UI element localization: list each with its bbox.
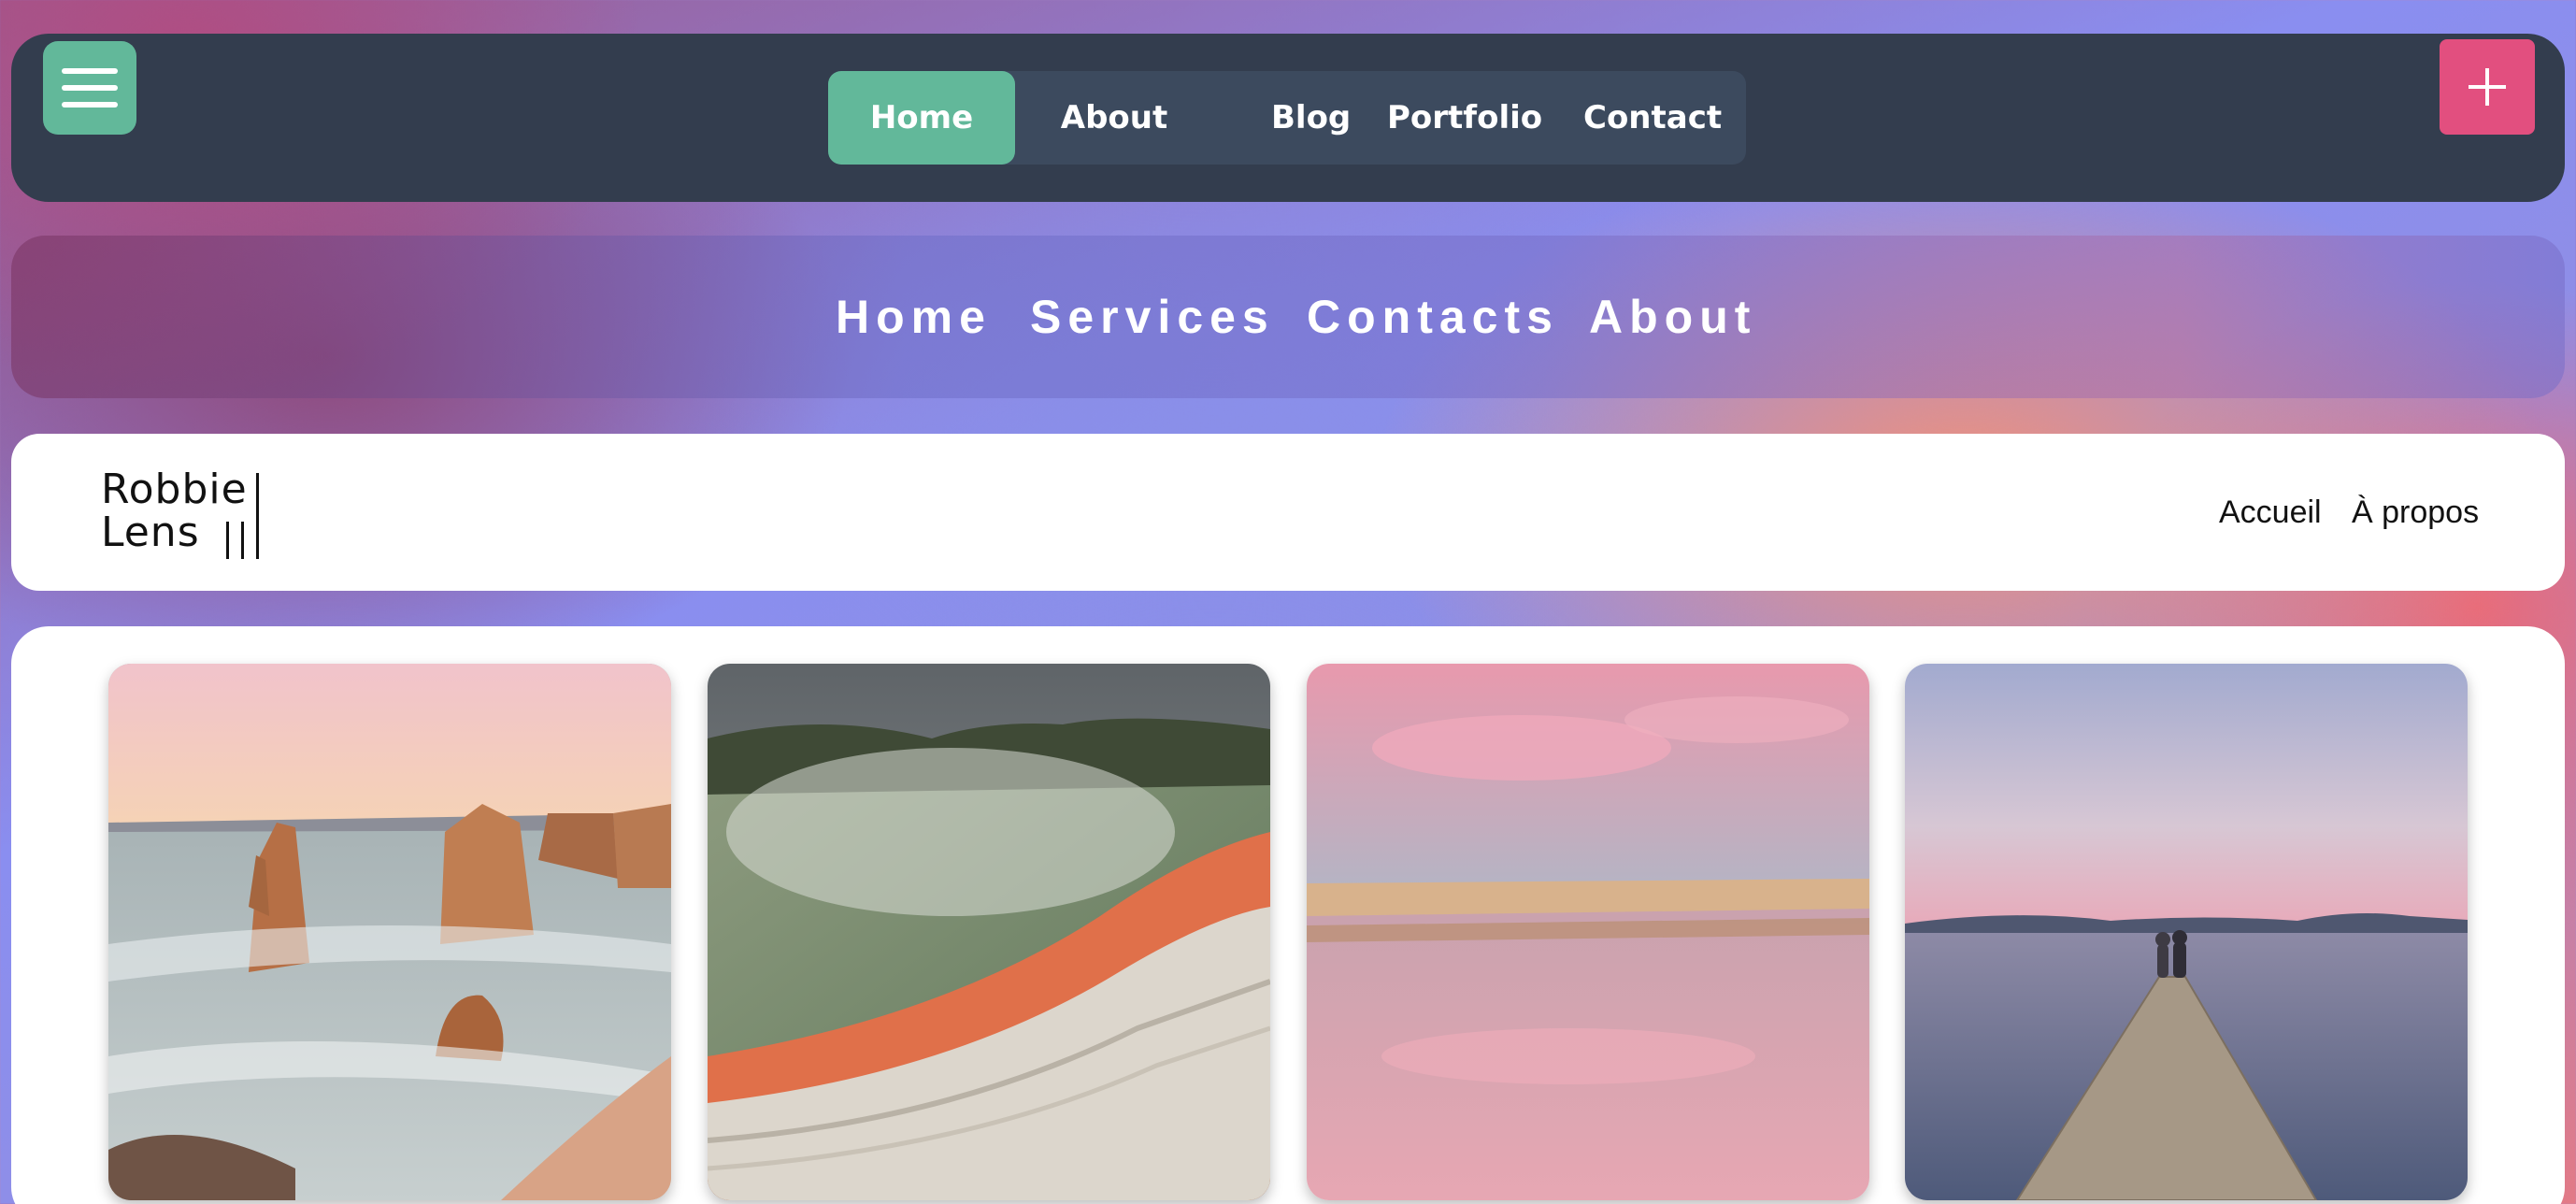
gallery-photo-pier[interactable] [1905, 664, 2468, 1200]
site-header: Robbie Lens Accueil À propos [11, 434, 2565, 591]
nav-item-contact[interactable]: Contact [1583, 71, 1722, 165]
top-navbar: Home About Blog Portfolio Contact [11, 34, 2565, 202]
plus-icon [2469, 68, 2506, 106]
header-link-a-propos[interactable]: À propos [2352, 434, 2479, 591]
hot-spring-image [708, 664, 1270, 1200]
nav-item-about[interactable]: About [1021, 71, 1208, 165]
menu-button[interactable] [43, 41, 136, 135]
gallery-photo-hot-spring[interactable] [708, 664, 1270, 1200]
glass-nav-contacts[interactable]: Contacts [1307, 236, 1559, 398]
pier-image [1905, 664, 2468, 1200]
nav-item-portfolio[interactable]: Portfolio [1387, 71, 1542, 165]
secondary-navbar: Home Services Contacts About [11, 236, 2565, 398]
logo-bar [256, 473, 259, 559]
glass-nav-home[interactable]: Home [836, 236, 992, 398]
nav-menu: Home About Blog Portfolio Contact [828, 71, 1746, 165]
hamburger-icon-line [62, 102, 118, 108]
glass-nav-about[interactable]: About [1589, 236, 1756, 398]
logo-line-2: Lens [101, 509, 200, 556]
nav-item-home[interactable]: Home [828, 71, 1015, 165]
sea-stacks-image [108, 664, 671, 1200]
gallery-photo-sea-stacks[interactable] [108, 664, 671, 1200]
logo-bar [226, 522, 229, 559]
hamburger-icon [62, 68, 118, 74]
hamburger-icon-line [62, 85, 118, 91]
nav-item-blog[interactable]: Blog [1271, 71, 1351, 165]
header-link-accueil[interactable]: Accueil [2219, 434, 2322, 591]
gallery-photo-pink-lagoon[interactable] [1307, 664, 1869, 1200]
glass-nav-services[interactable]: Services [1030, 236, 1275, 398]
add-button[interactable] [2440, 39, 2535, 135]
logo-line-1: Robbie [101, 466, 248, 513]
logo[interactable]: Robbie Lens [101, 466, 269, 559]
pink-lagoon-image [1307, 664, 1869, 1200]
logo-bar [241, 522, 244, 559]
photo-gallery [11, 626, 2565, 1204]
